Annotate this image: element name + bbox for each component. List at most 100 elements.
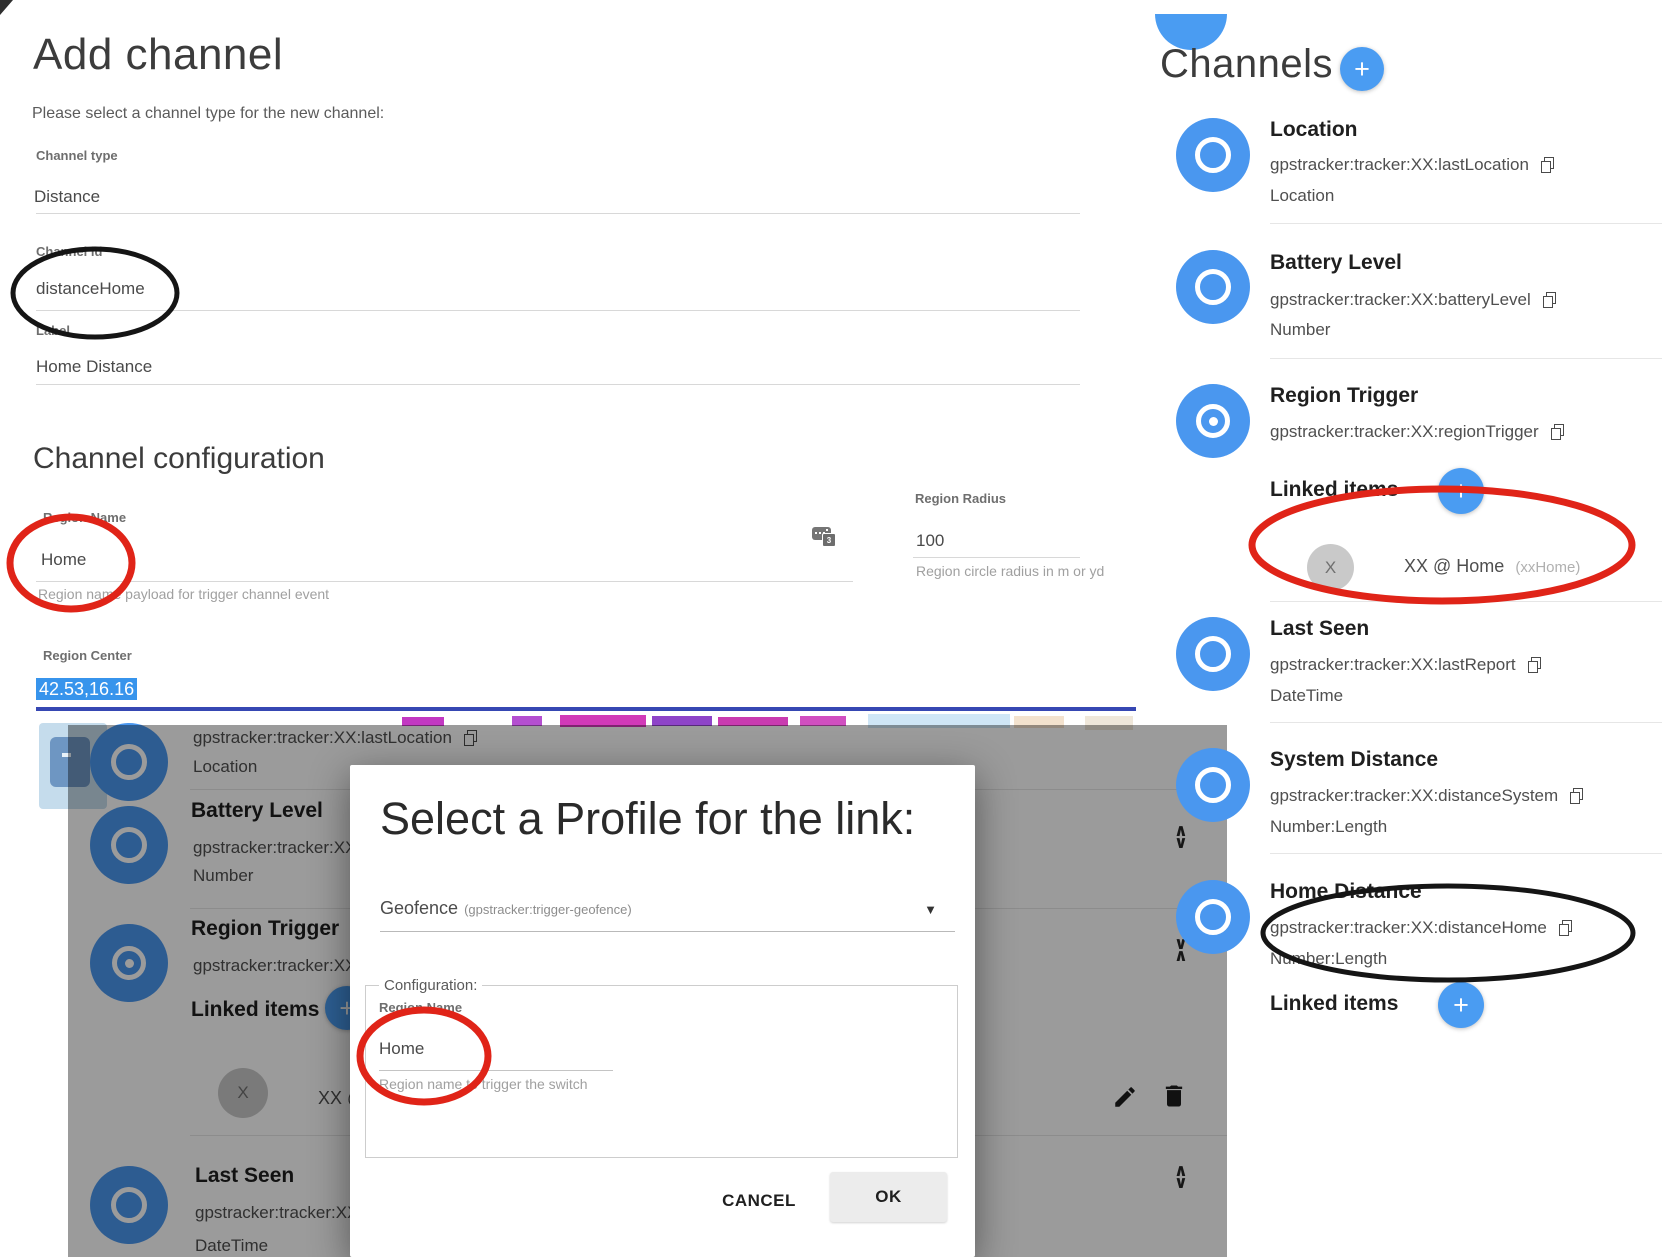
fieldset-legend: Configuration: <box>379 977 482 994</box>
channel-uid-row: gpstracker:tracker:XX:lastLocation <box>1270 155 1554 175</box>
label-field-label: Label <box>36 323 70 338</box>
channel-uid: gpstracker:tracker:XX:lastLocation <box>1270 155 1529 175</box>
state-channel-icon <box>1195 137 1231 173</box>
channel-avatar <box>1176 748 1250 822</box>
region-center-input[interactable]: 42.53,16.16 <box>36 679 137 700</box>
channel-avatar <box>1176 880 1250 954</box>
region-radius-label: Region Radius <box>915 491 1006 506</box>
copy-icon[interactable] <box>1541 157 1554 173</box>
channel-uid-row: gpstracker:tracker:XX:lastReport <box>1270 655 1541 675</box>
linked-item-row[interactable]: XX @ Home (xxHome) <box>1404 556 1580 577</box>
channel-uid: gpstracker:tracker:XX:distanceHome <box>1270 918 1547 938</box>
channel-title[interactable]: Home Distance <box>1270 880 1422 904</box>
plus-icon: + <box>1354 54 1370 85</box>
numeric-input-icon[interactable]: 3 <box>812 527 836 547</box>
state-channel-icon <box>1195 636 1231 672</box>
trigger-channel-icon <box>1196 404 1230 438</box>
channel-title[interactable]: Battery Level <box>1270 251 1402 275</box>
linked-item-avatar: X <box>1307 544 1354 591</box>
channel-title[interactable]: Region Trigger <box>1270 384 1418 408</box>
channel-avatar <box>1176 118 1250 192</box>
page-title: Add channel <box>33 30 283 80</box>
label-field-input[interactable]: Home Distance <box>36 357 152 377</box>
channels-heading: Channels <box>1160 42 1333 87</box>
screen: Add channel Please select a channel type… <box>0 0 1670 1257</box>
divider <box>1270 853 1662 854</box>
channel-avatar <box>1176 384 1250 458</box>
region-center-label: Region Center <box>43 648 132 663</box>
corner-artifact <box>0 0 13 15</box>
add-channel-button[interactable]: + <box>1340 47 1384 91</box>
dialog-title: Select a Profile for the link: <box>380 793 915 845</box>
add-link-button[interactable]: + <box>1438 468 1484 514</box>
region-radius-helper: Region circle radius in m or yd <box>916 563 1104 579</box>
label-field-underline <box>36 384 1080 385</box>
configuration-fieldset: Configuration: Region Name Home Region n… <box>365 985 958 1158</box>
profile-select-value: Geofence <box>380 898 458 918</box>
linked-item-avatar-letter: X <box>1325 558 1336 578</box>
copy-icon[interactable] <box>1543 292 1556 308</box>
channel-title[interactable]: System Distance <box>1270 748 1438 772</box>
plus-icon: + <box>1453 476 1469 507</box>
channel-type: Number:Length <box>1270 949 1387 969</box>
channel-uid-row: gpstracker:tracker:XX:batteryLevel <box>1270 290 1556 310</box>
channel-uid-row: gpstracker:tracker:XX:distanceHome <box>1270 918 1572 938</box>
copy-icon[interactable] <box>1559 920 1572 936</box>
divider <box>1270 601 1662 602</box>
channel-uid: gpstracker:tracker:XX:regionTrigger <box>1270 422 1539 442</box>
copy-icon[interactable] <box>1551 424 1564 440</box>
region-center-focus-underline <box>36 707 1136 711</box>
profile-select[interactable]: Geofence (gpstracker:trigger-geofence) ▼ <box>380 898 955 932</box>
channel-avatar <box>1176 250 1250 324</box>
region-name-label: Region Name <box>43 510 126 525</box>
channel-uid: gpstracker:tracker:XX:lastReport <box>1270 655 1516 675</box>
state-channel-icon <box>1195 767 1231 803</box>
channel-id-underline <box>36 310 1080 311</box>
copy-icon[interactable] <box>1528 657 1541 673</box>
annotation-ellipse-linked-item <box>1252 489 1632 601</box>
channel-title[interactable]: Location <box>1270 118 1358 142</box>
linked-item-name: XX @ Home <box>1404 556 1504 576</box>
profile-dialog: Select a Profile for the link: Geofence (… <box>350 765 975 1257</box>
channel-type: Location <box>1270 186 1334 206</box>
page-subtitle: Please select a channel type for the new… <box>32 105 384 123</box>
region-name-underline <box>36 581 853 582</box>
numeric-input-icon-badge: 3 <box>822 533 836 547</box>
region-name-input[interactable]: Home <box>41 550 86 570</box>
add-link-button[interactable]: + <box>1438 982 1484 1028</box>
channel-title[interactable]: Last Seen <box>1270 617 1369 641</box>
cancel-button[interactable]: CANCEL <box>708 1183 810 1219</box>
ok-button[interactable]: OK <box>830 1172 947 1222</box>
divider <box>1270 722 1662 723</box>
channel-type-label: Channel type <box>36 148 118 163</box>
channel-id-input[interactable]: distanceHome <box>36 279 145 299</box>
channel-uid-row: gpstracker:tracker:XX:regionTrigger <box>1270 422 1564 442</box>
dialog-region-name-helper: Region name to trigger the switch <box>379 1076 588 1092</box>
dialog-region-name-label: Region Name <box>379 1000 462 1015</box>
channel-uid: gpstracker:tracker:XX:distanceSystem <box>1270 786 1558 806</box>
divider <box>1270 223 1662 224</box>
dialog-region-name-underline <box>379 1070 613 1071</box>
channel-type: Number <box>1270 320 1330 340</box>
channel-type-value[interactable]: Distance <box>34 187 100 207</box>
state-channel-icon <box>1195 269 1231 305</box>
region-center-selected-text: 42.53,16.16 <box>36 678 137 700</box>
config-heading: Channel configuration <box>33 442 325 476</box>
region-radius-underline <box>913 557 1080 558</box>
channel-id-label: Channel id <box>36 244 102 259</box>
channel-type: DateTime <box>1270 686 1343 706</box>
region-radius-input[interactable]: 100 <box>916 531 944 551</box>
plus-icon: + <box>1453 990 1469 1021</box>
divider <box>1270 358 1662 359</box>
channel-type: Number:Length <box>1270 817 1387 837</box>
copy-icon[interactable] <box>1570 788 1583 804</box>
channel-uid: gpstracker:tracker:XX:batteryLevel <box>1270 290 1531 310</box>
linked-items-label: Linked items <box>1270 478 1398 502</box>
profile-select-detail: (gpstracker:trigger-geofence) <box>464 902 632 917</box>
linked-items-label: Linked items <box>1270 992 1398 1016</box>
dialog-region-name-input[interactable]: Home <box>379 1039 424 1059</box>
chevron-down-icon: ▼ <box>924 902 937 917</box>
linked-item-id: (xxHome) <box>1515 559 1580 576</box>
channel-type-underline <box>36 213 1080 214</box>
state-channel-icon <box>1195 899 1231 935</box>
